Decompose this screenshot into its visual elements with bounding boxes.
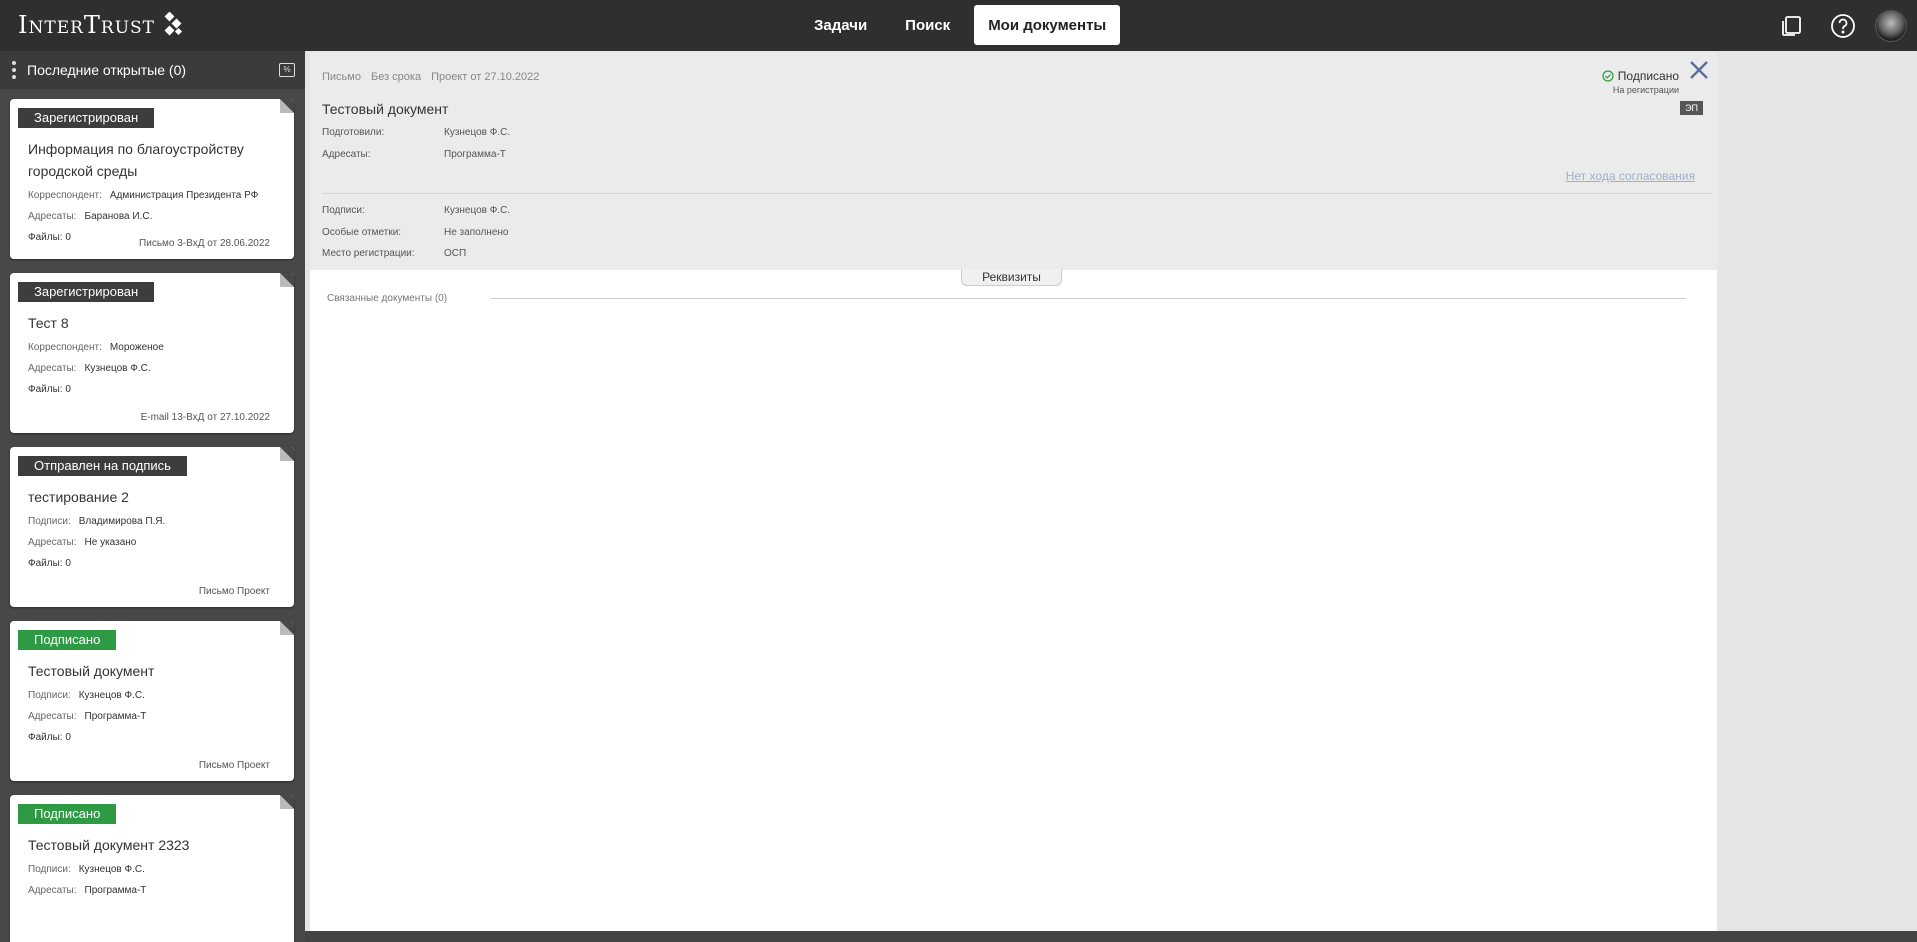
right-background xyxy=(1717,51,1917,942)
card-row-addressees: Адресаты: Программа-Т xyxy=(28,711,147,722)
card-footer: Письмо Проект xyxy=(198,586,270,597)
logo-text: InterTrust xyxy=(18,11,156,39)
card-row-signatures: Подписи: Кузнецов Ф.С. xyxy=(28,690,145,701)
recent-cards-list: Зарегистрирован Информация по благоустро… xyxy=(0,89,305,942)
card-footer: Письмо 3-ВхД от 28.06.2022 xyxy=(139,238,270,249)
signed-status: Подписано На регистрации xyxy=(1602,69,1679,95)
document-panel: Письмо Без срока Проект от 27.10.2022 Те… xyxy=(310,53,1717,931)
status-sub: На регистрации xyxy=(1612,85,1679,95)
card-row-addressees: Адресаты: Программа-Т xyxy=(28,885,147,896)
document-meta: Письмо Без срока Проект от 27.10.2022 xyxy=(322,71,539,83)
field-addressees: Адресаты: Программа-Т xyxy=(322,149,506,160)
logo[interactable]: InterTrust xyxy=(18,10,187,40)
card-fold xyxy=(280,273,294,287)
card-row-addressees: Адресаты: Кузнецов Ф.С. xyxy=(28,363,151,374)
logo-mark-icon xyxy=(164,12,183,36)
tab-tasks[interactable]: Задачи xyxy=(800,5,881,45)
doc-deadline: Без срока xyxy=(370,71,422,83)
card-fold xyxy=(280,99,294,113)
linked-divider xyxy=(491,298,1686,299)
field-prepared: Подготовили: Кузнецов Ф.С. xyxy=(322,127,511,138)
check-circle-icon xyxy=(1602,70,1614,82)
card-title: Тестовый документ 2323 xyxy=(28,837,190,853)
sidebar-header: Последние открытые (0) % xyxy=(0,51,305,89)
card-row-files: Файлы: 0 xyxy=(28,732,71,743)
tab-search[interactable]: Поиск xyxy=(891,5,964,45)
card-row-signatures: Подписи: Кузнецов Ф.С. xyxy=(28,864,145,875)
divider xyxy=(322,193,1712,194)
status-main: Подписано xyxy=(1617,69,1679,83)
document-card[interactable]: Подписано Тестовый документ Подписи: Кузн… xyxy=(10,621,294,781)
field-signatures: Подписи: Кузнецов Ф.С. xyxy=(322,205,511,216)
more-menu-icon[interactable] xyxy=(0,61,27,79)
status-badge: Зарегистрирован xyxy=(18,282,155,302)
sidebar: Последние открытые (0) % Зарегистрирован… xyxy=(0,51,305,942)
status-badge: Подписано xyxy=(18,630,117,650)
card-row-signatures: Подписи: Владимирова П.Я. xyxy=(28,516,166,527)
sidebar-title: Последние открытые (0) xyxy=(27,62,187,78)
card-title: Тестовый документ xyxy=(28,663,155,679)
document-card[interactable]: Зарегистрирован Информация по благоустро… xyxy=(10,99,294,259)
card-row-files: Файлы: 0 xyxy=(28,558,71,569)
card-title: тестирование 2 xyxy=(28,489,129,505)
card-row-addressees: Адресаты: Не указано xyxy=(28,537,137,548)
status-badge: Зарегистрирован xyxy=(18,108,155,128)
top-bar: InterTrust Задачи Поиск Мои документы xyxy=(0,0,1917,51)
document-card[interactable]: Зарегистрирован Тест 8 Корреспондент: Мор… xyxy=(10,273,294,433)
bottom-bar xyxy=(305,931,1917,942)
doc-project-date: Проект от 27.10.2022 xyxy=(431,71,540,83)
requisites-button[interactable]: Реквизиты xyxy=(961,269,1062,286)
card-fold xyxy=(280,447,294,461)
status-badge: Отправлен на подпись xyxy=(18,456,187,476)
toggle-view-icon[interactable]: % xyxy=(279,63,295,77)
doc-type: Письмо xyxy=(322,71,361,83)
card-row-files: Файлы: 0 xyxy=(28,384,71,395)
close-icon[interactable] xyxy=(1687,58,1711,82)
card-footer: Письмо Проект xyxy=(198,760,270,771)
card-fold xyxy=(280,621,294,635)
status-badge: Подписано xyxy=(18,804,117,824)
card-title: Тест 8 xyxy=(28,315,69,331)
no-approval-link[interactable]: Нет хода согласования xyxy=(1566,169,1695,183)
tab-my-documents[interactable]: Мои документы xyxy=(974,5,1121,45)
field-special-notes: Особые отметки: Не заполнено xyxy=(322,227,509,238)
main-nav: Задачи Поиск Мои документы xyxy=(800,5,1121,45)
card-row-correspondent: Корреспондент: Мороженое xyxy=(28,342,164,353)
copy-icon[interactable] xyxy=(1771,6,1811,46)
document-card[interactable]: Подписано Тестовый документ 2323 Подписи… xyxy=(10,795,294,942)
top-icons xyxy=(1771,0,1917,51)
ep-badge[interactable]: ЭП xyxy=(1680,101,1703,115)
document-card[interactable]: Отправлен на подпись тестирование 2 Подп… xyxy=(10,447,294,607)
help-icon[interactable] xyxy=(1823,6,1863,46)
field-registration-place: Место регистрации: ОСП xyxy=(322,248,467,259)
avatar[interactable] xyxy=(1875,9,1907,42)
card-row-addressees: Адресаты: Баранова И.С. xyxy=(28,211,153,222)
linked-documents[interactable]: Связанные документы (0) xyxy=(327,293,447,304)
card-footer: E-mail 13-ВхД от 27.10.2022 xyxy=(140,412,270,423)
card-fold xyxy=(280,795,294,809)
card-title: Информация по благоустройству городской … xyxy=(28,141,244,179)
document-title: Тестовый документ xyxy=(322,101,449,117)
card-row-correspondent: Корреспондент: Администрация Президента Р… xyxy=(28,190,259,201)
document-header: Письмо Без срока Проект от 27.10.2022 Те… xyxy=(310,53,1717,270)
